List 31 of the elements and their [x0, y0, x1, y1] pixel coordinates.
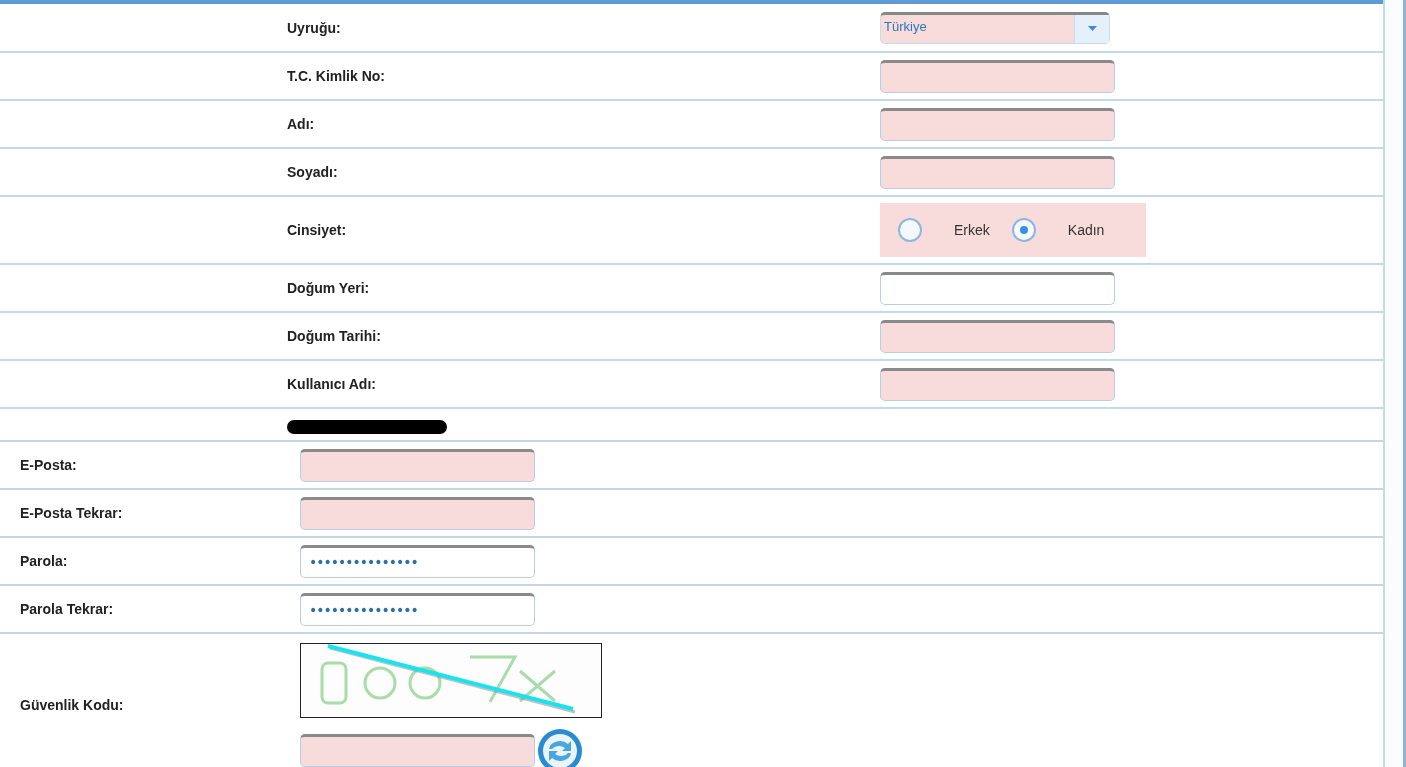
field-label: Parola Tekrar:	[20, 601, 114, 617]
input-field[interactable]: •••••••••••••••	[300, 592, 535, 626]
field-label: Doğum Tarihi:	[287, 328, 381, 344]
radio-label[interactable]: Kadın	[1067, 222, 1105, 238]
captcha-input[interactable]	[300, 734, 535, 767]
field-label: Doğum Yeri:	[287, 280, 370, 296]
input-field[interactable]: •••••••••••••••	[300, 544, 535, 578]
refresh-icon[interactable]	[537, 727, 583, 767]
field-label: Cinsiyet:	[287, 222, 347, 238]
field-label: Adı:	[287, 116, 315, 132]
input-field[interactable]	[880, 271, 1115, 305]
nationality-dropdown[interactable]: Türkiye	[880, 11, 1110, 44]
field-label: Uyruğu:	[287, 19, 341, 36]
field-label: Kullanıcı Adı:	[287, 376, 376, 392]
input-field[interactable]	[300, 448, 535, 482]
caret-icon	[1087, 26, 1097, 31]
radio-label[interactable]: Erkek	[954, 222, 990, 238]
input-field[interactable]	[880, 367, 1115, 401]
field-label: E-Posta Tekrar:	[20, 505, 123, 521]
field-label: E-Posta:	[20, 457, 77, 473]
radio-button[interactable]	[1011, 218, 1036, 242]
field-label: T.C. Kimlik No:	[287, 68, 385, 84]
input-field[interactable]	[300, 496, 535, 530]
input-field[interactable]	[880, 107, 1115, 141]
radio-button[interactable]	[898, 218, 922, 242]
field-label: Soyadı:	[287, 164, 338, 180]
input-field[interactable]	[880, 155, 1115, 189]
field-label: Güvenlik Kodu:	[20, 697, 124, 713]
field-label: Parola:	[20, 553, 68, 569]
input-field[interactable]	[880, 319, 1115, 353]
input-field[interactable]	[880, 59, 1115, 93]
